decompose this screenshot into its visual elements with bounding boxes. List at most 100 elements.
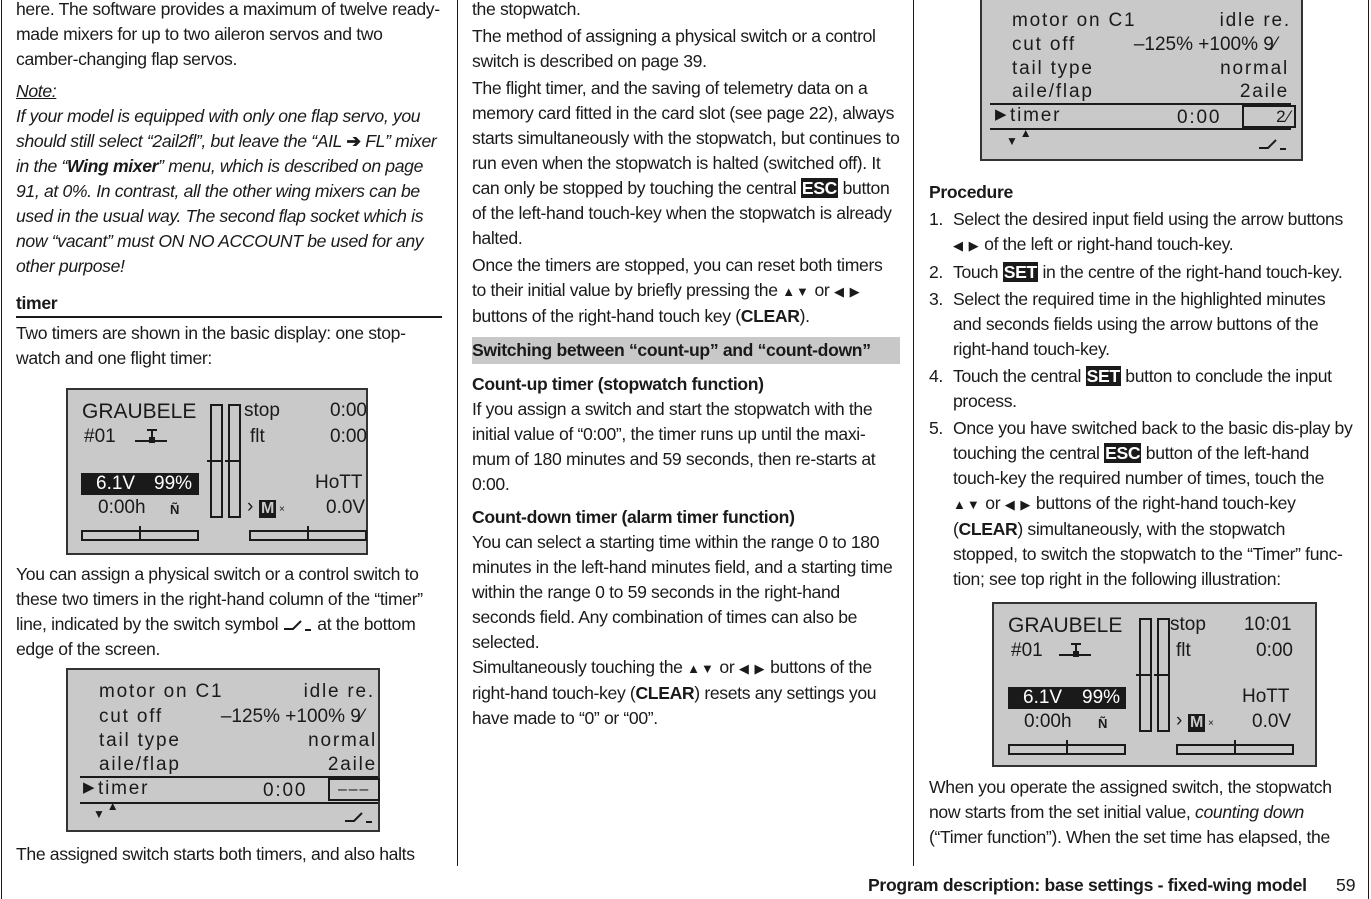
reset-text-b: buttons of the right-hand touch key ( — [472, 306, 741, 326]
operating-hours: 0:00h — [1024, 711, 1072, 732]
procedure-step: 3. Select the required time in the highli… — [929, 287, 1354, 362]
antenna-icon: Ñ — [1098, 716, 1108, 731]
model-name: GRAUBELE — [1008, 614, 1123, 637]
note-label: Note: — [16, 81, 57, 101]
column-3: Procedure 1. Select the desired input fie… — [929, 180, 1354, 592]
trim-marker — [225, 460, 240, 462]
receiver-voltage: 0.0V — [326, 497, 366, 518]
assign-switch-paragraph: You can assign a physical switch or a co… — [16, 562, 442, 662]
step-text: Touch the central — [953, 366, 1086, 386]
chevron-icon: › — [247, 496, 254, 517]
countdown-paragraph: You can select a starting time within th… — [472, 532, 893, 652]
clear-key-label: CLEAR — [958, 519, 1018, 539]
column-divider-2 — [913, 0, 914, 866]
stopwatch-label: stop — [244, 400, 280, 421]
step-text: in the centre of the right-hand touch-ke… — [1037, 262, 1343, 282]
set-key-label: SET — [1085, 366, 1121, 386]
rf-module-label: HoTT — [315, 472, 363, 493]
small-x-icon: × — [279, 504, 285, 515]
or-text: or — [809, 280, 834, 300]
clear-key-label: CLEAR — [740, 306, 800, 326]
antenna-icon: Ñ — [170, 502, 180, 517]
column-divider-1 — [457, 0, 458, 866]
small-x-icon: × — [1208, 718, 1214, 729]
column-1-lower: You can assign a physical switch or a co… — [16, 562, 442, 662]
lcd-base-settings-menu-1: motor on C1 idle re. cut off –125% +100%… — [66, 668, 380, 832]
battery-percent: 99% — [1082, 687, 1121, 708]
step-number: 3. — [929, 289, 943, 309]
left-right-arrow-icons: ◀ ▶ — [833, 284, 861, 299]
plane-icon — [1059, 643, 1091, 657]
menu-row-timer-label: timer — [98, 778, 150, 799]
menu-row-motor-value: idle re. — [1219, 10, 1291, 31]
rf-module-label: HoTT — [1242, 686, 1290, 707]
esc-key-label: ESC — [1104, 443, 1142, 463]
timer-heading: timer — [16, 291, 442, 318]
selection-pointer-icon: ▶ — [995, 106, 1009, 123]
menu-row-motor-label: motor on C1 — [1012, 10, 1137, 31]
menu-row-tail-label: tail type — [99, 730, 181, 751]
procedure-step: 4. Touch the central SET button to conclu… — [929, 364, 1354, 414]
stopwatch-time: 10:01 — [1244, 614, 1292, 635]
trim-bar-right-vertical — [225, 404, 241, 518]
operate-text-b: (“Timer function”). When the set time ha… — [929, 827, 1330, 847]
model-memory-icon: M — [1188, 714, 1206, 732]
menu-row-cutoff-label: cut off — [1012, 34, 1077, 55]
trim-marker — [1136, 674, 1151, 676]
or-text: or — [714, 657, 739, 677]
trim-bar-left-horizontal — [1008, 740, 1126, 755]
up-down-arrow-icons: ▲▼ — [953, 497, 981, 512]
menu-row-cutoff-label: cut off — [99, 706, 164, 727]
step-text: Select the desired input field using the… — [953, 209, 1343, 229]
simul-text-a: Simultaneously touching the — [472, 657, 688, 677]
selected-row-divider-bottom — [80, 802, 378, 804]
simultaneous-paragraph: Simultaneously touching the ▲▼ or ◀ ▶ bu… — [472, 655, 900, 731]
step-number: 5. — [929, 418, 943, 438]
trim-marker — [1154, 674, 1169, 676]
model-number: #01 — [84, 426, 116, 447]
flight-timer-label: flt — [250, 426, 265, 447]
timer-switch-field[interactable]: ––– — [328, 778, 380, 801]
set-key-label: SET — [1002, 262, 1038, 282]
menu-row-ailflap-label: aile/flap — [1012, 81, 1094, 102]
timer-switch-field[interactable]: 2⁄ — [1242, 105, 1296, 128]
step-number: 4. — [929, 366, 943, 386]
selected-row-divider-bottom — [990, 128, 1291, 130]
operate-paragraph: When you operate the assigned switch, th… — [929, 775, 1354, 850]
note-paragraph: If your model is equipped with only one … — [16, 104, 442, 279]
model-name: GRAUBELE — [82, 400, 197, 423]
trim-bar-right-horizontal — [1176, 740, 1294, 755]
intro-paragraph: here. The software provides a maximum of… — [16, 0, 440, 69]
left-right-arrow-icons: ◀ ▶ — [1004, 497, 1032, 512]
menu-row-ailflap-value: 2aile — [327, 754, 377, 775]
flight-timer-time: 0:00 — [330, 426, 367, 447]
tx-voltage: 6.1V — [96, 473, 136, 494]
menu-row-ailflap-label: aile/flap — [99, 754, 181, 775]
clear-key-label: CLEAR — [635, 683, 695, 703]
flight-timer-label: flt — [1176, 640, 1191, 661]
column-1: here. The software provides a maximum of… — [16, 0, 442, 371]
receiver-voltage: 0.0V — [1252, 711, 1292, 732]
chevron-icon: › — [1176, 710, 1183, 731]
countup-heading: Count-up timer (stopwatch function) — [472, 374, 764, 394]
column-1-bottom: The assigned switch starts both timers, … — [16, 842, 442, 867]
model-number: #01 — [1011, 640, 1043, 661]
switch-symbol-icon — [1259, 139, 1286, 150]
trim-bar-right-vertical — [1154, 618, 1170, 732]
lcd-basic-display-2: GRAUBELE #01 6.1V 99% 0:00h Ñ stop 10:01… — [992, 602, 1317, 767]
up-down-arrow-icons: ▲▼ — [687, 661, 715, 676]
flight-timer-time: 0:00 — [1256, 640, 1293, 661]
column-2: the stopwatch. The method of assigning a… — [472, 0, 900, 731]
menu-row-tail-value: normal — [308, 730, 377, 751]
method-paragraph: The method of assigning a physical switc… — [472, 26, 876, 71]
menu-row-motor-label: motor on C1 — [99, 681, 224, 702]
flight-timer-paragraph: The flight timer, and the saving of tele… — [472, 76, 900, 251]
battery-percent: 99% — [154, 473, 193, 494]
trim-marker — [1066, 740, 1068, 755]
menu-row-timer-label: timer — [1010, 105, 1062, 126]
battery-status: 6.1V 99% — [1008, 687, 1126, 709]
note-label-line: Note: — [16, 79, 442, 104]
two-timers-paragraph: Two timers are shown in the basic displa… — [16, 323, 406, 368]
switch-symbol-icon — [283, 620, 311, 631]
menu-row-ailflap-value: 2aile — [1239, 81, 1289, 102]
